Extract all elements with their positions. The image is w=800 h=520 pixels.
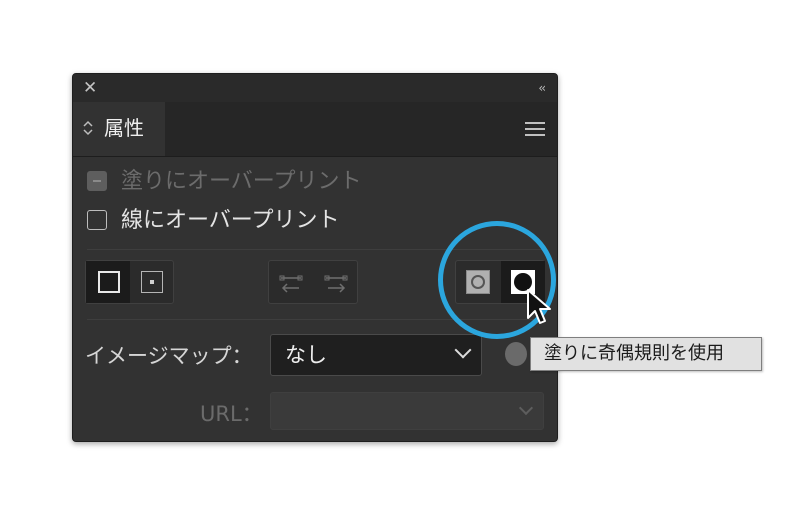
reverse-path-direction-off-button[interactable] bbox=[269, 261, 313, 303]
overprint-fill-checkbox[interactable] bbox=[87, 171, 107, 191]
tab-attributes[interactable]: 属性 bbox=[73, 102, 165, 156]
show-center-button[interactable] bbox=[130, 261, 174, 303]
center-point-toggle-group bbox=[85, 260, 174, 304]
url-label: URL： bbox=[200, 402, 263, 426]
tooltip-text: 塗りに奇偶規則を使用 bbox=[544, 343, 724, 364]
globe-icon[interactable] bbox=[505, 342, 527, 366]
chevron-down-icon bbox=[518, 400, 534, 416]
url-field[interactable] bbox=[270, 392, 544, 430]
mouse-cursor-icon bbox=[527, 289, 551, 324]
arrow-right-icon bbox=[324, 275, 348, 293]
panel-tab-bar: 属性 bbox=[73, 102, 557, 157]
imagemap-dropdown[interactable]: なし bbox=[270, 334, 482, 376]
chevron-down-icon bbox=[454, 341, 472, 359]
tab-label: 属性 bbox=[104, 116, 144, 140]
hide-center-button[interactable] bbox=[86, 261, 130, 303]
center-point-icon bbox=[141, 271, 163, 293]
expand-options-icon[interactable] bbox=[83, 119, 93, 143]
collapse-panel-icon[interactable]: ‹‹ bbox=[538, 79, 545, 97]
overprint-fill-label: 塗りにオーバープリント bbox=[121, 169, 362, 194]
overprint-stroke-checkbox[interactable] bbox=[87, 210, 107, 230]
tooltip: 塗りに奇偶規則を使用 bbox=[530, 337, 762, 371]
path-direction-group bbox=[268, 260, 358, 304]
panel-menu-icon[interactable] bbox=[525, 122, 545, 140]
imagemap-label: イメージマップ： bbox=[85, 344, 253, 368]
imagemap-value: なし bbox=[285, 343, 327, 367]
square-icon bbox=[98, 271, 120, 293]
panel-titlebar: ✕ ‹‹ bbox=[73, 74, 557, 102]
reverse-path-direction-on-button[interactable] bbox=[314, 261, 358, 303]
close-icon[interactable]: ✕ bbox=[83, 78, 97, 98]
arrow-left-icon bbox=[279, 275, 303, 293]
overprint-stroke-label: 線にオーバープリント bbox=[121, 208, 340, 233]
